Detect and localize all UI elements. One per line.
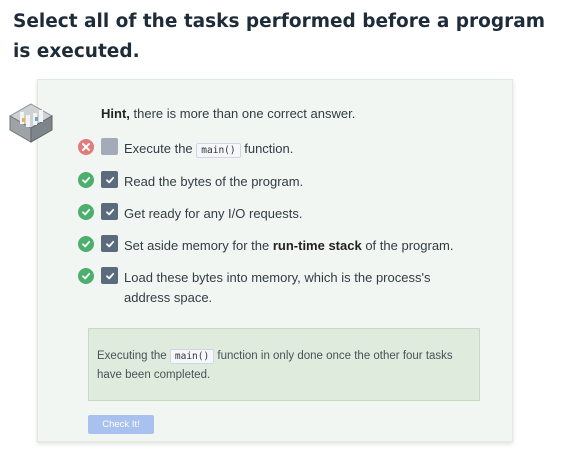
- option-checkbox[interactable]: [101, 235, 118, 252]
- hint-body: there is more than one correct answer.: [129, 106, 356, 121]
- code-snippet: main(): [169, 349, 215, 364]
- correct-check-icon: [78, 204, 94, 220]
- option-checkbox[interactable]: [101, 171, 118, 188]
- question-title: Select all of the tasks performed before…: [13, 11, 546, 62]
- option-label: Set aside memory for the run-time stack …: [124, 238, 454, 253]
- hint-label: Hint,: [101, 106, 130, 121]
- checkmark-icon: [105, 272, 114, 279]
- correct-check-icon: [78, 268, 94, 284]
- option-checkbox[interactable]: [101, 138, 118, 155]
- checkmark-icon: [105, 208, 114, 215]
- correct-check-icon: [78, 236, 94, 252]
- option-label: Get ready for any I/O requests.: [124, 206, 303, 221]
- option-label: Read the bytes of the program.: [124, 174, 304, 189]
- checkmark-icon: [105, 176, 114, 183]
- option-checkbox[interactable]: [101, 203, 118, 220]
- option-label: Load these bytes into memory, which is t…: [124, 270, 431, 305]
- check-it-button[interactable]: Check It!: [88, 415, 154, 434]
- incorrect-x-icon: [78, 139, 94, 155]
- robot-mascot-icon: [6, 96, 56, 146]
- code-snippet: main(): [196, 143, 241, 158]
- feedback-box: Executing the main() function in only do…: [88, 328, 480, 401]
- correct-check-icon: [78, 172, 94, 188]
- option-label: Execute the main() function.: [124, 141, 294, 158]
- option-checkbox[interactable]: [101, 267, 118, 284]
- checkmark-icon: [105, 240, 114, 247]
- hint-text: Hint, there is more than one correct ans…: [101, 106, 355, 121]
